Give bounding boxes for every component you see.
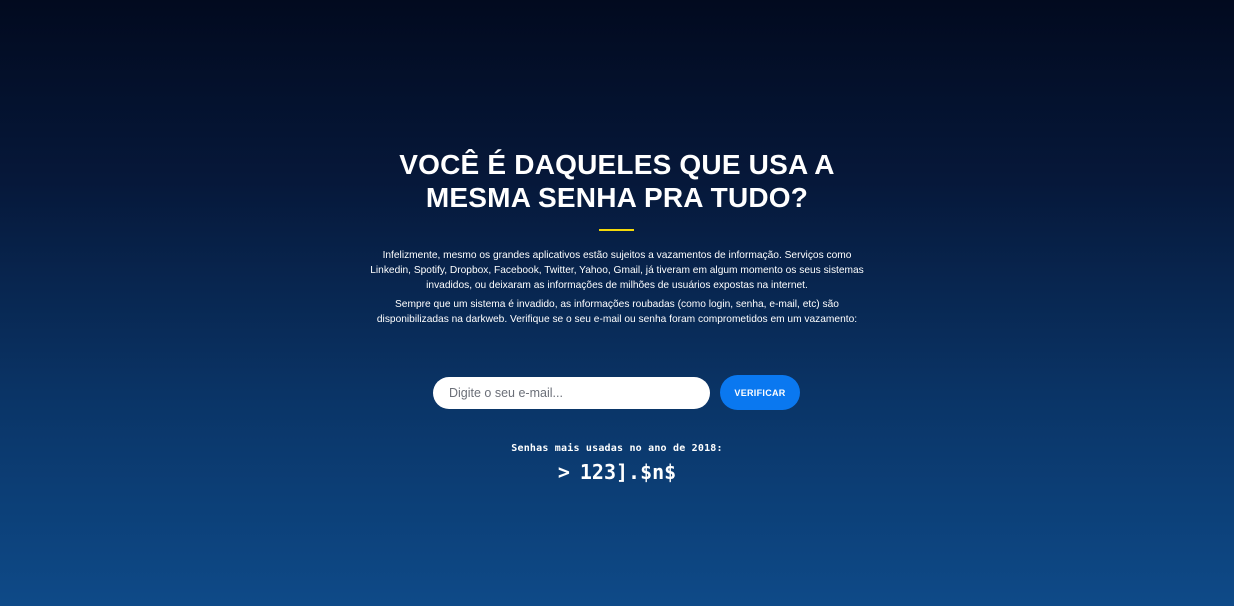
email-input[interactable] — [433, 377, 710, 409]
title-divider — [599, 229, 634, 231]
page-title: VOCÊ É DAQUELES QUE USA A MESMA SENHA PR… — [367, 148, 867, 214]
verify-button[interactable]: VERIFICAR — [720, 375, 800, 410]
email-check-form: VERIFICAR — [433, 375, 801, 410]
password-display: >123].$n$ — [367, 460, 867, 484]
title-line-2: MESMA SENHA PRA TUDO? — [425, 182, 809, 213]
breach-paragraph: Sempre que um sistema é invadido, as inf… — [376, 299, 858, 325]
title-line-1: VOCÊ É DAQUELES QUE USA A — [399, 149, 835, 180]
prompt-chevron-icon: > — [557, 460, 570, 484]
hero-section: VOCÊ É DAQUELES QUE USA A MESMA SENHA PR… — [0, 0, 1234, 606]
current-password-text: 123].$n$ — [579, 460, 677, 484]
top-passwords-label: Senhas mais usadas no ano de 2018: — [511, 443, 723, 454]
intro-paragraph: Infelizmente, mesmo os grandes aplicativ… — [370, 250, 864, 291]
